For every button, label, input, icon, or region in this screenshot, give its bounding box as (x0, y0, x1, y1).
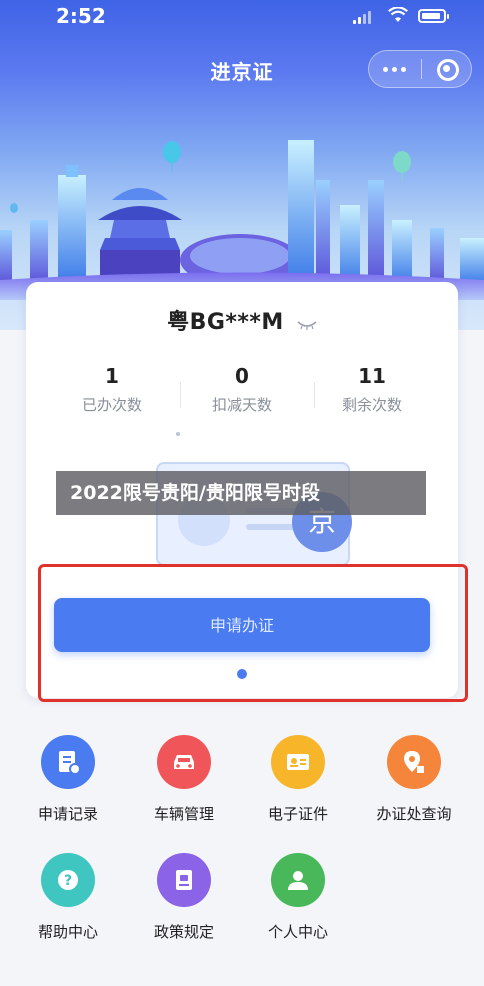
svg-text:?: ? (64, 873, 72, 889)
signal-icon (353, 10, 375, 24)
menu-item-e-certificate[interactable]: 电子证件 (238, 735, 358, 824)
menu-item-office-query[interactable]: 办证处查询 (354, 735, 474, 824)
stat-label: 已办次数 (81, 396, 142, 414)
stat-label: 剩余次数 (341, 396, 402, 414)
battery-icon (418, 9, 449, 23)
article-title-banner: 2022限号贵阳/贵阳限号时段 (56, 471, 426, 515)
menu-label: 政策规定 (153, 923, 214, 941)
menu-label: 电子证件 (267, 805, 328, 823)
stat-processed: 1 已办次数 (40, 364, 184, 415)
license-plate: 粤BG***M (167, 310, 284, 335)
stat-deducted: 0 扣减天数 (170, 364, 314, 415)
city-skyline-illustration (0, 140, 484, 300)
menu-item-vehicle-management[interactable]: 车辆管理 (124, 735, 244, 824)
plate-row: 粤BG***M (26, 304, 458, 336)
policy-book-icon (157, 853, 211, 907)
menu-item-personal-center[interactable]: 个人中心 (238, 853, 358, 942)
menu-item-help-center[interactable]: ? 帮助中心 (8, 853, 128, 942)
menu-item-policy[interactable]: 政策规定 (124, 853, 244, 942)
id-card-icon (271, 735, 325, 789)
mini-program-capsule (368, 50, 472, 88)
menu-label: 个人中心 (267, 923, 328, 941)
stat-value: 11 (358, 364, 386, 388)
car-icon (157, 735, 211, 789)
eye-closed-icon[interactable] (297, 320, 317, 330)
menu-label: 申请记录 (37, 805, 98, 823)
certificate-line (246, 524, 296, 530)
more-button[interactable] (369, 51, 421, 87)
apply-permit-button[interactable]: 申请办证 (54, 598, 430, 652)
stats-row: 1 已办次数 0 扣减天数 11 剩余次数 (26, 364, 458, 434)
location-icon (387, 735, 441, 789)
pagination-dot[interactable] (237, 669, 247, 679)
status-bar: 2:52 (0, 0, 484, 34)
wifi-icon (388, 7, 408, 22)
user-icon (271, 853, 325, 907)
close-miniprogram-button[interactable] (422, 51, 472, 87)
menu-label: 帮助中心 (37, 923, 98, 941)
help-icon: ? (41, 853, 95, 907)
application-record-icon (41, 735, 95, 789)
separator-dot (176, 432, 180, 436)
menu-item-application-record[interactable]: 申请记录 (8, 735, 128, 824)
menu-label: 车辆管理 (153, 805, 214, 823)
stat-value: 0 (235, 364, 249, 388)
menu-label: 办证处查询 (376, 805, 452, 823)
status-time: 2:52 (56, 4, 106, 28)
stat-value: 1 (105, 364, 119, 388)
stat-remaining: 11 剩余次数 (300, 364, 444, 415)
stat-label: 扣减天数 (211, 396, 272, 414)
